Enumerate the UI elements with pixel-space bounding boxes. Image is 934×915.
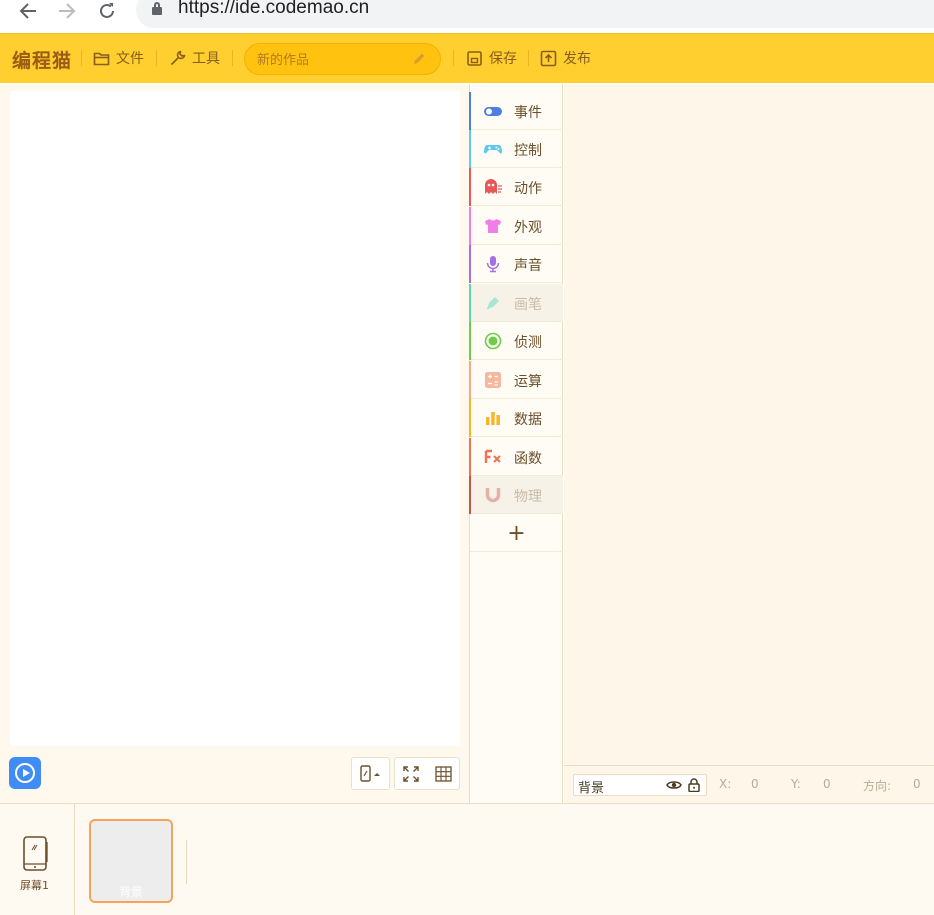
screen-selector[interactable]: 屏幕1: [0, 804, 75, 915]
brush-icon: [486, 297, 499, 310]
category-looks[interactable]: 外观: [469, 207, 563, 245]
toolbar-divider: [453, 50, 454, 66]
x-label: X:: [719, 777, 732, 791]
phone-icon: [359, 764, 380, 782]
top-toolbar: 编程猫 文件 工具 保存 发布: [0, 33, 934, 83]
tablet-icon: [23, 836, 48, 871]
category-pen[interactable]: 画笔: [469, 284, 563, 322]
function-icon: [484, 449, 501, 463]
upload-icon: [540, 50, 557, 67]
y-label: Y:: [791, 777, 801, 791]
publish-label: 发布: [563, 51, 591, 67]
bar-chart-icon: [486, 412, 500, 425]
url-text[interactable]: https://ide.codemao.cn: [178, 0, 369, 19]
toolbar-divider: [232, 50, 233, 66]
category-functions[interactable]: 函数: [469, 438, 563, 476]
category-label: 侦测: [514, 335, 542, 351]
toolbar-divider: [528, 50, 529, 66]
grid-icon: [434, 765, 452, 782]
grid-button[interactable]: [427, 758, 459, 789]
save-icon: [466, 50, 483, 67]
category-label: 画笔: [514, 297, 542, 313]
block-category-sidebar: 事件 控制 动作 外观 声音 画笔 侦测 运算 数据 函数 物理 +: [469, 84, 563, 803]
code-workspace[interactable]: [564, 84, 934, 765]
direction-value[interactable]: 0: [913, 777, 921, 791]
project-title-field[interactable]: [244, 43, 441, 75]
file-menu-button[interactable]: 文件: [93, 48, 144, 68]
sprite-name-text: 背景: [578, 781, 605, 796]
folder-icon: [93, 50, 110, 67]
back-arrow-icon[interactable]: [13, 0, 43, 22]
thumbnail-divider: [186, 840, 187, 884]
ghost-icon: [485, 179, 502, 194]
bottom-panel: 屏幕1 背景: [0, 803, 934, 915]
stage-canvas[interactable]: [10, 91, 460, 746]
tools-menu-label: 工具: [192, 51, 220, 67]
lock-icon[interactable]: [688, 778, 700, 792]
logo: 编程猫: [12, 50, 73, 72]
calculator-icon: [485, 372, 501, 388]
save-button[interactable]: 保存: [466, 48, 517, 68]
toolbar-divider: [156, 50, 157, 66]
direction-label: 方向:: [863, 779, 892, 793]
gamepad-icon: [484, 145, 502, 154]
category-sound[interactable]: 声音: [469, 245, 563, 283]
category-data[interactable]: 数据: [469, 399, 563, 437]
project-title-input[interactable]: [257, 50, 407, 70]
publish-button[interactable]: 发布: [540, 48, 591, 68]
save-label: 保存: [489, 51, 517, 67]
category-sensing[interactable]: 侦测: [469, 322, 563, 360]
reload-icon[interactable]: [92, 0, 122, 22]
category-label: 外观: [514, 220, 542, 236]
toolbar-divider: [81, 50, 82, 66]
tshirt-icon: [485, 219, 501, 233]
x-value[interactable]: 0: [751, 777, 759, 791]
y-value[interactable]: 0: [823, 777, 831, 791]
background-label: 背景: [118, 885, 143, 899]
category-events[interactable]: 事件: [469, 92, 563, 130]
category-physics[interactable]: 物理: [469, 476, 563, 514]
toggle-icon: [484, 107, 502, 116]
category-operators[interactable]: 运算: [469, 361, 563, 399]
category-motion[interactable]: 动作: [469, 168, 563, 206]
category-label: 物理: [514, 489, 542, 505]
wrench-icon: [169, 50, 186, 67]
forward-arrow-icon[interactable]: [52, 0, 82, 22]
background-thumbnail[interactable]: 背景: [89, 819, 173, 903]
category-label: 数据: [514, 412, 542, 428]
view-tools: [394, 757, 460, 790]
category-label: 声音: [514, 258, 542, 274]
eye-icon[interactable]: [666, 778, 682, 792]
sprite-properties-bar: 背景 X: 0 Y: 0 方向: 0: [564, 765, 934, 803]
play-icon: [15, 763, 35, 783]
category-label: 函数: [514, 451, 542, 467]
screen-label: 屏幕1: [20, 879, 49, 892]
category-label: 事件: [514, 105, 542, 121]
sprite-name-field[interactable]: 背景: [573, 774, 707, 796]
category-label: 控制: [514, 143, 542, 159]
stage-panel: [0, 84, 469, 803]
tools-menu-button[interactable]: 工具: [169, 48, 220, 68]
radar-icon: [484, 332, 502, 350]
pencil-icon: [413, 52, 426, 69]
device-selector-button[interactable]: [351, 757, 390, 790]
fullscreen-button[interactable]: [395, 758, 427, 789]
category-label: 动作: [514, 181, 542, 197]
category-label: 运算: [514, 374, 542, 390]
run-button[interactable]: [9, 757, 41, 789]
category-control[interactable]: 控制: [469, 130, 563, 168]
file-menu-label: 文件: [116, 51, 144, 67]
fullscreen-icon: [403, 765, 419, 782]
add-category-button[interactable]: +: [470, 516, 563, 552]
microphone-icon: [486, 256, 500, 273]
magnet-icon: [485, 488, 501, 503]
lock-icon: [152, 2, 162, 15]
browser-bar: https://ide.codemao.cn: [0, 0, 934, 33]
